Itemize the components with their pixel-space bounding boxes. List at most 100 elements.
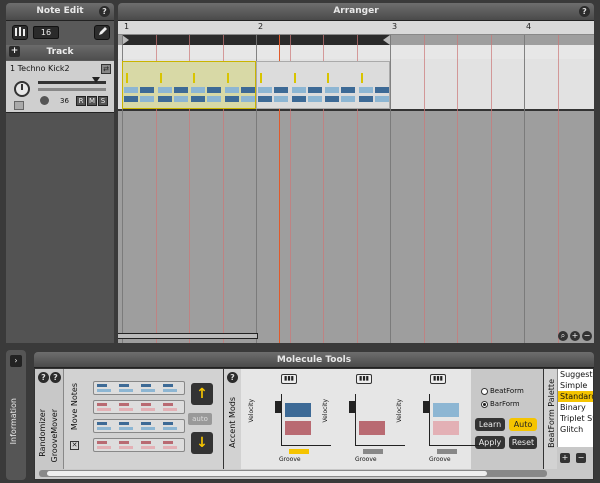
note-block xyxy=(240,87,255,93)
reset-button[interactable]: Reset xyxy=(509,436,537,449)
palette-item[interactable]: Glitch xyxy=(558,424,593,435)
note-block xyxy=(291,96,306,102)
beatform-palette-list[interactable]: Suggested Simple Standard Binary Triplet… xyxy=(557,369,593,447)
pattern-note xyxy=(141,408,155,411)
pattern-note xyxy=(141,389,155,392)
move-down-button[interactable]: ↓ xyxy=(191,432,213,454)
bar-number-1: 1 xyxy=(124,22,130,31)
randomizer-help-icon[interactable]: ? xyxy=(38,372,49,383)
note-block xyxy=(274,96,288,102)
note-block xyxy=(325,87,339,93)
palette-item-selected[interactable]: Standard xyxy=(558,391,593,402)
pencil-icon[interactable] xyxy=(94,25,110,40)
pattern-note xyxy=(119,389,133,392)
mute-button[interactable]: M xyxy=(87,96,97,106)
track-row[interactable]: 1 Techno Kick2 ⇄ 36 R M S xyxy=(6,61,114,113)
pattern-note xyxy=(163,427,177,430)
zoom-fit-icon[interactable]: ⌕ xyxy=(558,331,568,341)
note-block xyxy=(224,87,239,93)
beatform-palette-label: BeatForm Palette xyxy=(547,379,556,448)
note-edit-help-icon[interactable]: ? xyxy=(99,6,110,17)
note-block xyxy=(224,96,239,102)
accent-block xyxy=(433,403,459,417)
beatform-radio[interactable]: BeatForm xyxy=(481,387,524,395)
note-block xyxy=(157,96,172,102)
auto-toggle[interactable]: auto xyxy=(188,413,212,425)
solo-button[interactable]: S xyxy=(98,96,108,106)
pattern-note xyxy=(141,441,151,444)
add-track-button[interactable]: + xyxy=(9,46,20,57)
pattern-note xyxy=(97,389,111,392)
track-header: + Track xyxy=(6,45,114,60)
grid-icon[interactable] xyxy=(12,25,28,40)
accent-mods-help-icon[interactable]: ? xyxy=(227,372,238,383)
learn-button[interactable]: Learn xyxy=(475,418,505,431)
note-block xyxy=(325,96,339,102)
note-block xyxy=(274,87,288,93)
pattern-note xyxy=(119,446,133,449)
accent-axis xyxy=(429,445,479,446)
palette-item[interactable]: Simple xyxy=(558,380,593,391)
note-block xyxy=(358,87,373,93)
velocity-label-2: Velocity xyxy=(322,399,329,423)
accent-preset-icon-2[interactable]: ▮▮▮ xyxy=(356,374,372,384)
volume-knob[interactable] xyxy=(14,81,30,97)
groovemover-help-icon[interactable]: ? xyxy=(50,372,61,383)
palette-item[interactable]: Suggested xyxy=(558,369,593,380)
velocity-label-3: Velocity xyxy=(396,399,403,423)
expand-arrow-icon[interactable]: › xyxy=(10,355,22,367)
accent-axis xyxy=(281,394,282,446)
groove-label-2: Groove xyxy=(355,456,377,463)
beat-gridline xyxy=(390,35,391,343)
arranger-canvas[interactable]: 1 2 3 4 ⌕ + − xyxy=(118,21,594,343)
note-edit-title: Note Edit xyxy=(36,6,84,16)
groove-label-1: Groove xyxy=(279,456,301,463)
molecule-tools-titlebar: Molecule Tools xyxy=(34,352,594,368)
pattern-note xyxy=(163,389,177,392)
molecule-horizontal-scrollbar[interactable] xyxy=(39,470,547,477)
note-block xyxy=(374,96,389,102)
zoom-out-icon[interactable]: − xyxy=(582,331,592,341)
bar-number-3: 3 xyxy=(392,22,398,31)
randomizer-label[interactable]: Randomizer xyxy=(38,409,47,457)
palette-item[interactable]: Triplet Swing xyxy=(558,413,593,424)
groovemover-label[interactable]: GrooveMover xyxy=(50,409,59,463)
groove-slider xyxy=(437,449,457,454)
zoom-in-icon[interactable]: + xyxy=(570,331,580,341)
move-up-button[interactable]: ↑ xyxy=(191,383,213,405)
accent-preset-icon-3[interactable]: ▮▮▮ xyxy=(430,374,446,384)
pan-slider-thumb[interactable] xyxy=(92,77,100,83)
record-button[interactable]: R xyxy=(76,96,86,106)
grid-value-field[interactable]: 16 xyxy=(33,26,59,39)
arranger-horizontal-scrollbar[interactable] xyxy=(118,333,258,339)
molecule-tools-panel: ? ? Randomizer GrooveMover Move Notes ✕ … xyxy=(34,368,594,480)
beat-gridline xyxy=(457,35,458,343)
velocity-label-1: Velocity xyxy=(248,399,255,423)
move-notes-close-icon[interactable]: ✕ xyxy=(70,441,79,450)
pattern-note xyxy=(119,384,129,387)
palette-item[interactable]: Binary xyxy=(558,402,593,413)
track-name[interactable]: 1 Techno Kick2 xyxy=(10,64,70,73)
level-meter xyxy=(38,88,106,91)
track-header-label: Track xyxy=(46,47,74,57)
pattern-note xyxy=(119,441,129,444)
note-stem xyxy=(126,73,128,83)
accent-block xyxy=(285,421,311,435)
groove-slider xyxy=(289,449,309,454)
information-panel[interactable]: › Information xyxy=(6,350,26,480)
bar-ruler[interactable]: 1 2 3 4 xyxy=(118,21,594,35)
apply-button[interactable]: Apply xyxy=(475,436,505,449)
molecule-tools-title: Molecule Tools xyxy=(276,355,352,365)
track-settings-icon[interactable]: ⇄ xyxy=(101,64,111,74)
palette-add-button[interactable]: + xyxy=(560,453,570,463)
arranger-help-icon[interactable]: ? xyxy=(579,6,590,17)
auto-button[interactable]: Auto xyxy=(509,418,537,431)
barform-radio-label: BarForm xyxy=(490,400,520,408)
barform-radio[interactable]: BarForm xyxy=(481,400,520,408)
palette-remove-button[interactable]: − xyxy=(576,453,586,463)
accent-mods-label: Accent Mods xyxy=(228,397,237,448)
accent-block xyxy=(359,421,385,435)
accent-preset-icon-1[interactable]: ▮▮▮ xyxy=(281,374,297,384)
record-led[interactable] xyxy=(40,96,49,105)
scrollbar-thumb[interactable] xyxy=(47,471,487,476)
